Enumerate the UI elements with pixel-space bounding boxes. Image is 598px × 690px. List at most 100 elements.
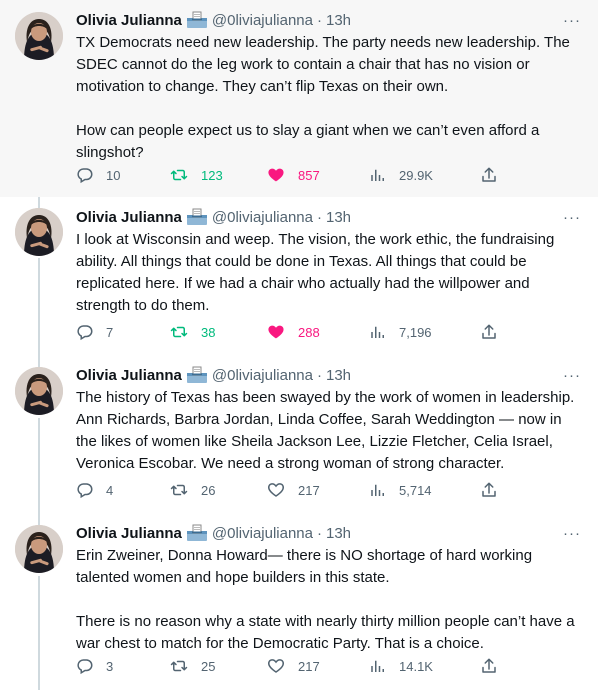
tweet-text: Erin Zweiner, Donna Howard— there is NO … [76, 547, 575, 652]
retweet-button[interactable]: 26 [169, 480, 221, 500]
more-options-icon[interactable]: ··· [560, 523, 584, 543]
tweet-actions: 3 25 217 14.1K [76, 656, 586, 676]
header-separator: · [317, 11, 322, 29]
retweets-count: 25 [201, 658, 216, 674]
author-handle[interactable]: @0liviajulianna [212, 525, 313, 542]
views-button[interactable]: 29.9K [369, 165, 433, 185]
header-separator: · [317, 366, 322, 384]
ballot-box-emoji-icon [186, 11, 208, 29]
tweet-actions: 10 123 857 29.9K [76, 165, 586, 185]
retweet-icon [169, 657, 201, 675]
views-count: 7,196 [399, 324, 432, 340]
views-icon [369, 323, 399, 341]
share-button[interactable] [480, 480, 510, 500]
author-handle[interactable]: @0liviajulianna [212, 12, 313, 29]
author-name[interactable]: Olivia Julianna [76, 12, 182, 29]
share-icon [480, 323, 510, 341]
tweet-header: Olivia Julianna @0liviajulianna · 13h [76, 10, 351, 30]
header-separator: · [317, 208, 322, 226]
share-icon [480, 657, 510, 675]
replies-count: 10 [106, 167, 121, 183]
more-options-icon[interactable]: ··· [560, 207, 584, 227]
heart-icon [266, 481, 298, 499]
heart-icon [266, 166, 298, 184]
tweet-text: I look at Wisconsin and weep. The vision… [76, 231, 559, 314]
likes-count: 217 [298, 482, 320, 498]
author-handle[interactable]: @0liviajulianna [212, 367, 313, 384]
share-icon [480, 166, 510, 184]
tweet-text: The history of Texas has been swayed by … [76, 389, 578, 472]
author-name[interactable]: Olivia Julianna [76, 367, 182, 384]
views-count: 14.1K [399, 658, 433, 674]
views-button[interactable]: 7,196 [369, 322, 432, 342]
like-button[interactable]: 857 [266, 165, 320, 185]
timestamp[interactable]: 13h [326, 12, 351, 29]
likes-count: 857 [298, 167, 320, 183]
reply-button[interactable]: 3 [76, 656, 126, 676]
ballot-box-emoji-icon [186, 524, 208, 542]
reply-icon [76, 166, 106, 184]
ballot-box-emoji-icon [186, 366, 208, 384]
avatar[interactable] [15, 367, 63, 415]
views-count: 5,714 [399, 482, 432, 498]
views-button[interactable]: 5,714 [369, 480, 432, 500]
reply-button[interactable]: 10 [76, 165, 126, 185]
timestamp[interactable]: 13h [326, 525, 351, 542]
retweets-count: 38 [201, 324, 216, 340]
share-button[interactable] [480, 322, 510, 342]
likes-count: 288 [298, 324, 320, 340]
reply-button[interactable]: 7 [76, 322, 126, 342]
timestamp[interactable]: 13h [326, 367, 351, 384]
replies-count: 7 [106, 324, 114, 340]
tweet[interactable]: Olivia Julianna @0liviajulianna · 13h ··· I l… [0, 197, 598, 357]
replies-count: 4 [106, 482, 114, 498]
like-button[interactable]: 217 [266, 480, 320, 500]
likes-count: 217 [298, 658, 320, 674]
author-handle[interactable]: @0liviajulianna [212, 209, 313, 226]
author-name[interactable]: Olivia Julianna [76, 525, 182, 542]
retweet-button[interactable]: 38 [169, 322, 221, 342]
header-separator: · [317, 524, 322, 542]
views-icon [369, 166, 399, 184]
more-options-icon[interactable]: ··· [560, 10, 584, 30]
reply-button[interactable]: 4 [76, 480, 126, 500]
like-button[interactable]: 217 [266, 656, 320, 676]
views-icon [369, 481, 399, 499]
tweet-header: Olivia Julianna @0liviajulianna · 13h [76, 207, 351, 227]
retweets-count: 123 [201, 167, 223, 183]
share-button[interactable] [480, 656, 510, 676]
tweet-header: Olivia Julianna @0liviajulianna · 13h [76, 523, 351, 543]
tweet[interactable]: Olivia Julianna @0liviajulianna · 13h ··· The… [0, 357, 598, 515]
replies-count: 3 [106, 658, 114, 674]
tweet-actions: 4 26 217 5,714 [76, 480, 586, 500]
views-count: 29.9K [399, 167, 433, 183]
retweet-button[interactable]: 123 [169, 165, 223, 185]
tweet-header: Olivia Julianna @0liviajulianna · 13h [76, 365, 351, 385]
retweet-icon [169, 166, 201, 184]
retweet-button[interactable]: 25 [169, 656, 221, 676]
avatar[interactable] [15, 525, 63, 573]
author-name[interactable]: Olivia Julianna [76, 209, 182, 226]
heart-icon [266, 657, 298, 675]
views-button[interactable]: 14.1K [369, 656, 433, 676]
reply-icon [76, 323, 106, 341]
reply-icon [76, 481, 106, 499]
tweet-text: TX Democrats need new leadership. The pa… [76, 34, 570, 161]
tweet[interactable]: Olivia Julianna @0liviajulianna · 13h ··· TX … [0, 0, 598, 197]
tweet-actions: 7 38 288 7,196 [76, 322, 586, 342]
retweets-count: 26 [201, 482, 216, 498]
reply-icon [76, 657, 106, 675]
retweet-icon [169, 323, 201, 341]
more-options-icon[interactable]: ··· [560, 365, 584, 385]
retweet-icon [169, 481, 201, 499]
tweet[interactable]: Olivia Julianna @0liviajulianna · 13h ··· Eri… [0, 515, 598, 690]
ballot-box-emoji-icon [186, 208, 208, 226]
avatar[interactable] [15, 12, 63, 60]
like-button[interactable]: 288 [266, 322, 320, 342]
views-icon [369, 657, 399, 675]
avatar[interactable] [15, 208, 63, 256]
share-button[interactable] [480, 165, 510, 185]
heart-icon [266, 323, 298, 341]
share-icon [480, 481, 510, 499]
timestamp[interactable]: 13h [326, 209, 351, 226]
